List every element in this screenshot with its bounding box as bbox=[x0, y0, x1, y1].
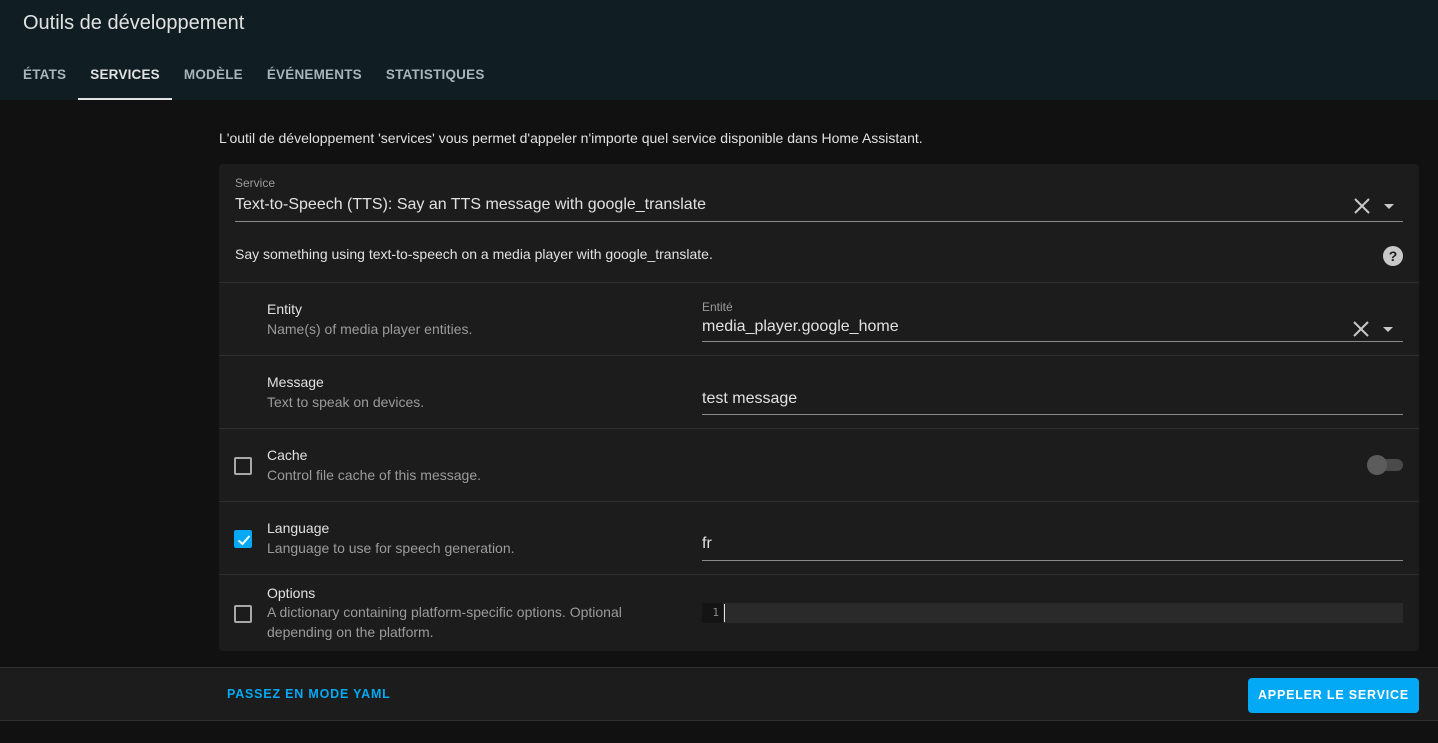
field-description: A dictionary containing platform-specifi… bbox=[267, 602, 622, 642]
yaml-mode-button[interactable]: PASSEZ EN MODE YAML bbox=[227, 687, 391, 701]
service-value: Text-to-Speech (TTS): Say an TTS message… bbox=[235, 196, 707, 213]
tab-evenements[interactable]: ÉVÉNEMENTS bbox=[255, 52, 374, 100]
field-name: Message bbox=[267, 374, 324, 390]
language-input[interactable]: fr bbox=[702, 528, 1403, 561]
intro-text: L'outil de développement 'services' vous… bbox=[219, 130, 923, 146]
field-description: Language to use for speech generation. bbox=[267, 540, 515, 556]
field-name: Options bbox=[267, 585, 316, 601]
close-icon[interactable] bbox=[1352, 196, 1372, 216]
message-input[interactable]: test message bbox=[702, 382, 1403, 415]
message-value: test message bbox=[702, 390, 798, 407]
service-card: Service Text-to-Speech (TTS): Say an TTS… bbox=[219, 164, 1419, 651]
entity-value: media_player.google_home bbox=[702, 318, 899, 335]
entity-label: Entité bbox=[702, 300, 733, 314]
card-actions: PASSEZ EN MODE YAML APPELER LE SERVICE bbox=[0, 667, 1438, 721]
options-code-editor[interactable]: 1 bbox=[702, 603, 1403, 623]
page-title: Outils de développement bbox=[23, 12, 245, 34]
toggle-thumb bbox=[1367, 455, 1387, 475]
close-icon[interactable] bbox=[1351, 319, 1371, 339]
field-description: Text to speak on devices. bbox=[267, 394, 425, 410]
description-line: depending on the platform. bbox=[267, 624, 434, 640]
language-checkbox[interactable] bbox=[234, 530, 252, 548]
menu-down-icon[interactable] bbox=[1379, 196, 1399, 216]
cache-checkbox[interactable] bbox=[234, 457, 252, 475]
field-row-message: Message Text to speak on devices. test m… bbox=[219, 355, 1419, 428]
tab-services[interactable]: SERVICES bbox=[78, 52, 172, 100]
line-number: 1 bbox=[702, 603, 723, 623]
tab-statistiques[interactable]: STATISTIQUES bbox=[374, 52, 497, 100]
text-cursor bbox=[724, 604, 725, 622]
call-service-button[interactable]: APPELER LE SERVICE bbox=[1248, 678, 1419, 713]
service-label: Service bbox=[235, 176, 276, 190]
description-line: A dictionary containing platform-specifi… bbox=[267, 604, 622, 620]
cache-toggle[interactable] bbox=[1367, 455, 1403, 475]
help-circle-icon[interactable]: ? bbox=[1382, 245, 1404, 267]
field-name: Entity bbox=[267, 301, 303, 317]
field-name: Language bbox=[267, 520, 330, 536]
field-description: Name(s) of media player entities. bbox=[267, 321, 473, 337]
app-header: Outils de développement ÉTATS SERVICES M… bbox=[0, 0, 1438, 100]
svg-text:?: ? bbox=[1389, 248, 1398, 264]
field-row-cache: Cache Control file cache of this message… bbox=[219, 428, 1419, 501]
options-checkbox[interactable] bbox=[234, 605, 252, 623]
language-value: fr bbox=[702, 535, 712, 552]
checkmark-icon bbox=[237, 535, 251, 546]
field-row-entity: Entity Name(s) of media player entities.… bbox=[219, 282, 1419, 355]
field-row-options: Options A dictionary containing platform… bbox=[219, 574, 1419, 651]
menu-down-icon[interactable] bbox=[1378, 319, 1398, 339]
service-select[interactable]: Service Text-to-Speech (TTS): Say an TTS… bbox=[235, 174, 1403, 222]
field-description: Control file cache of this message. bbox=[267, 467, 481, 483]
service-description: Say something using text-to-speech on a … bbox=[235, 246, 713, 262]
tab-etats[interactable]: ÉTATS bbox=[0, 52, 78, 100]
field-row-language: Language Language to use for speech gene… bbox=[219, 501, 1419, 574]
tab-modele[interactable]: MODÈLE bbox=[172, 52, 255, 100]
tab-bar: ÉTATS SERVICES MODÈLE ÉVÉNEMENTS STATIST… bbox=[0, 52, 497, 100]
field-name: Cache bbox=[267, 447, 308, 463]
entity-picker[interactable]: Entité media_player.google_home bbox=[702, 291, 1403, 342]
